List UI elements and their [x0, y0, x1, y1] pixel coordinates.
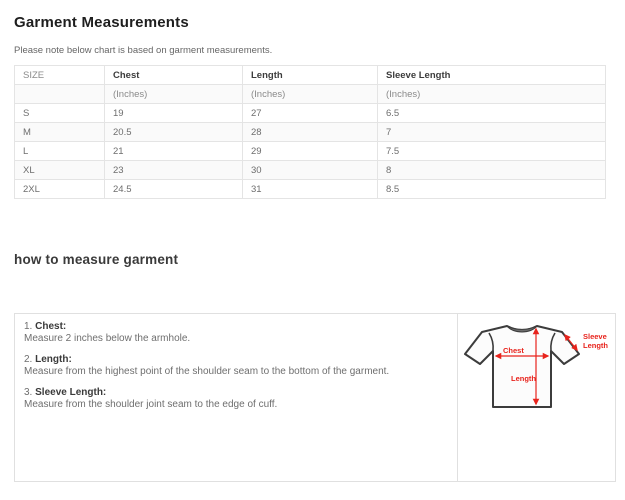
instruction-item: 3. Sleeve Length: Measure from the shoul…	[24, 387, 447, 411]
chest-cell: 23	[105, 161, 243, 180]
instruction-number: 3.	[24, 387, 32, 398]
sleeve-cell: 8.5	[378, 180, 606, 199]
units-cell: (Inches)	[105, 85, 243, 104]
length-cell: 30	[243, 161, 378, 180]
diagram-length-label: Length	[511, 374, 536, 383]
size-chart-table: SIZE Chest Length Sleeve Length (Inches)…	[14, 65, 606, 199]
table-row: XL 23 30 8	[15, 161, 606, 180]
chest-cell: 20.5	[105, 123, 243, 142]
column-header-length: Length	[243, 66, 378, 85]
length-cell: 29	[243, 142, 378, 161]
measurement-note: Please note below chart is based on garm…	[14, 45, 625, 56]
diagram-chest-label: Chest	[503, 346, 524, 355]
instruction-term: Chest:	[35, 321, 66, 332]
chest-cell: 24.5	[105, 180, 243, 199]
size-cell: L	[15, 142, 105, 161]
length-cell: 27	[243, 104, 378, 123]
instruction-list: 1. Chest: Measure 2 inches below the arm…	[15, 314, 458, 481]
column-header-chest: Chest	[105, 66, 243, 85]
diagram-sleeve-label-line1: Sleeve	[583, 332, 607, 341]
instruction-description: Measure 2 inches below the armhole.	[24, 333, 447, 345]
how-to-measure-heading: how to measure garment	[14, 252, 625, 267]
column-header-sleeve-length: Sleeve Length	[378, 66, 606, 85]
table-row: S 19 27 6.5	[15, 104, 606, 123]
instruction-term: Length:	[35, 354, 72, 365]
instruction-description: Measure from the highest point of the sh…	[24, 366, 447, 378]
table-row: M 20.5 28 7	[15, 123, 606, 142]
instruction-item: 2. Length: Measure from the highest poin…	[24, 354, 447, 378]
instruction-title: 2. Length:	[24, 354, 447, 366]
table-row: L 21 29 7.5	[15, 142, 606, 161]
instruction-item: 1. Chest: Measure 2 inches below the arm…	[24, 321, 447, 345]
instruction-number: 2.	[24, 354, 32, 365]
instruction-number: 1.	[24, 321, 32, 332]
sleeve-cell: 8	[378, 161, 606, 180]
length-cell: 28	[243, 123, 378, 142]
units-row: (Inches) (Inches) (Inches)	[15, 85, 606, 104]
units-cell: (Inches)	[378, 85, 606, 104]
header-row: SIZE Chest Length Sleeve Length	[15, 66, 606, 85]
instruction-description: Measure from the shoulder joint seam to …	[24, 399, 447, 411]
sleeve-cell: 6.5	[378, 104, 606, 123]
units-cell	[15, 85, 105, 104]
units-cell: (Inches)	[243, 85, 378, 104]
page-title: Garment Measurements	[14, 14, 625, 31]
measure-instructions-panel: 1. Chest: Measure 2 inches below the arm…	[14, 313, 616, 482]
chest-cell: 19	[105, 104, 243, 123]
chest-cell: 21	[105, 142, 243, 161]
size-cell: 2XL	[15, 180, 105, 199]
size-cell: XL	[15, 161, 105, 180]
sleeve-cell: 7	[378, 123, 606, 142]
sleeve-cell: 7.5	[378, 142, 606, 161]
table-row: 2XL 24.5 31 8.5	[15, 180, 606, 199]
length-cell: 31	[243, 180, 378, 199]
instruction-title: 1. Chest:	[24, 321, 447, 333]
size-cell: M	[15, 123, 105, 142]
instruction-title: 3. Sleeve Length:	[24, 387, 447, 399]
garment-diagram: Chest Length Sleeve Length	[458, 314, 615, 481]
tshirt-outline	[465, 326, 579, 407]
instruction-term: Sleeve Length:	[35, 387, 106, 398]
diagram-sleeve-label-line2: Length	[583, 341, 608, 350]
garment-measurements-page: Garment Measurements Please note below c…	[0, 0, 625, 482]
column-header-size: SIZE	[15, 66, 105, 85]
tshirt-measurement-icon: Chest Length Sleeve Length	[461, 319, 613, 421]
size-cell: S	[15, 104, 105, 123]
